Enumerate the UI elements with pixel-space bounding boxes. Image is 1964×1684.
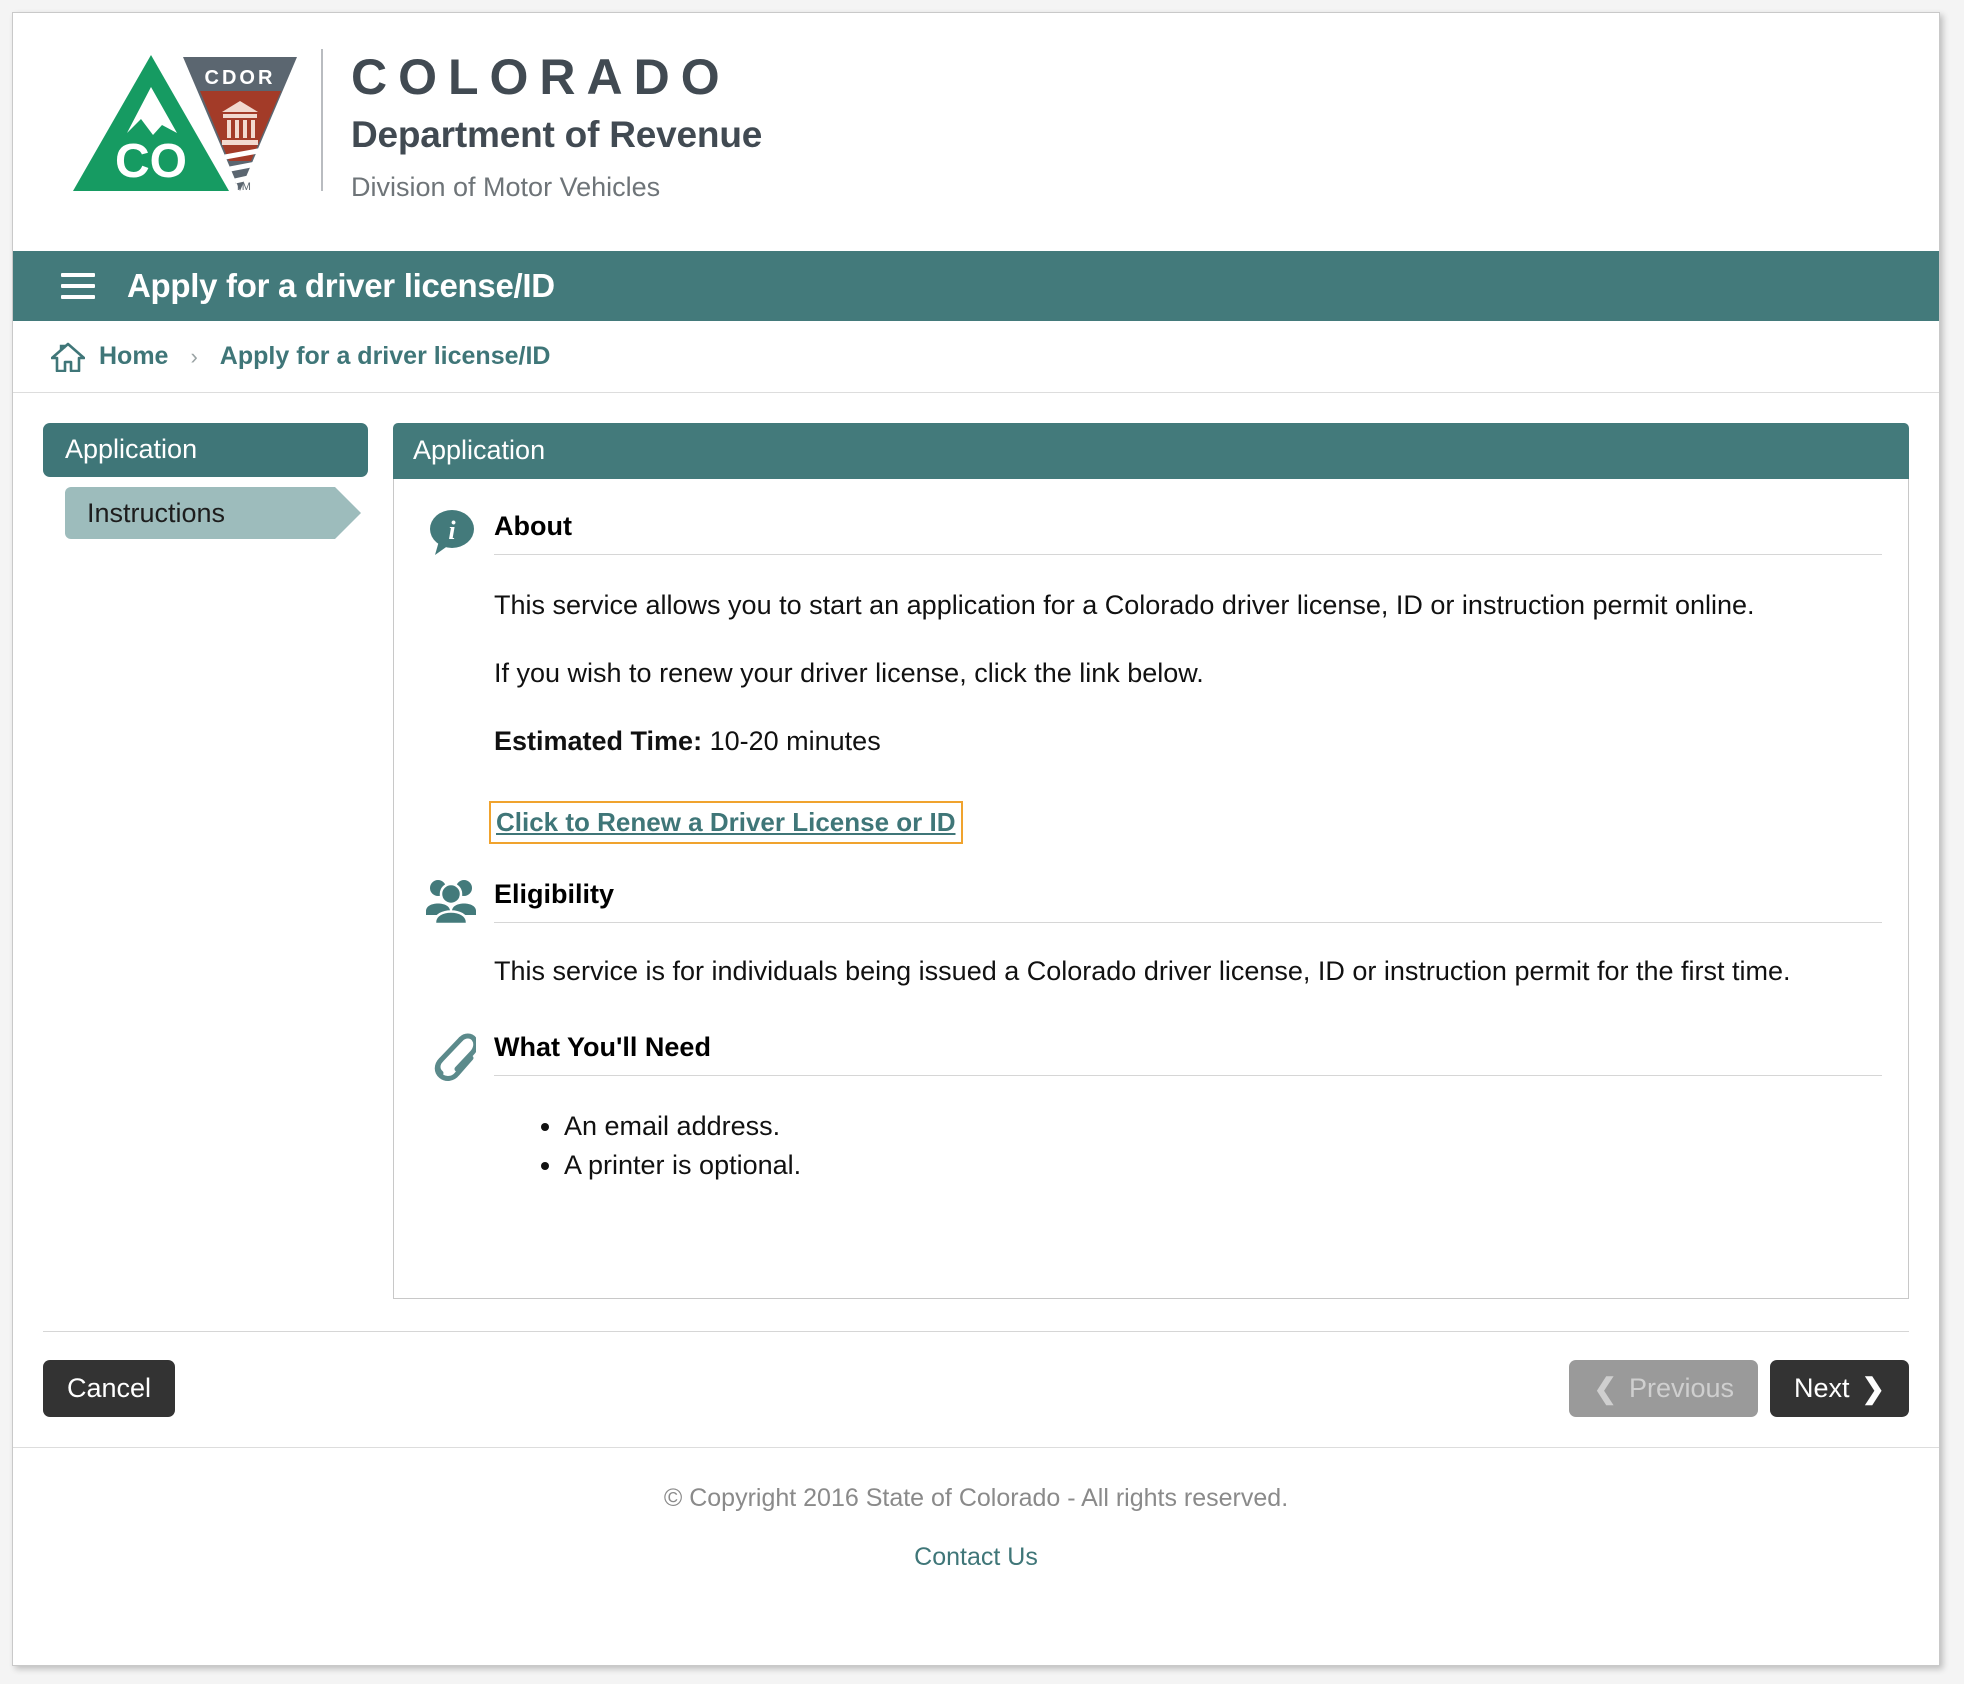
sidebar-item-instructions-wrap: Instructions: [65, 487, 363, 539]
cancel-button[interactable]: Cancel: [43, 1360, 176, 1417]
nav-buttons: ❮ Previous Next ❯: [1569, 1360, 1909, 1417]
section-eligibility: Eligibility This service is for individu…: [420, 877, 1882, 989]
next-button[interactable]: Next ❯: [1770, 1360, 1909, 1417]
breadcrumb-home-label: Home: [99, 342, 169, 370]
breadcrumb-home-link[interactable]: Home: [51, 342, 168, 372]
app-bar: Apply for a driver license/ID: [13, 251, 1939, 321]
what-you-need-list: An email address. A printer is optional.: [528, 1107, 1882, 1185]
section-what-you-need-title: What You'll Need: [494, 1032, 711, 1062]
app-bar-title: Apply for a driver license/ID: [127, 267, 555, 304]
home-icon: [51, 342, 85, 372]
brand-divider: [321, 49, 323, 191]
renew-link-row: Click to Renew a Driver License or ID: [489, 801, 1882, 845]
previous-button-label: Previous: [1628, 1373, 1734, 1403]
estimated-time-label: Estimated Time:: [494, 725, 703, 756]
paperclip-icon: [420, 1027, 482, 1081]
renew-license-link[interactable]: Click to Renew a Driver License or ID: [489, 801, 963, 845]
section-about: i About This service allows you to start…: [420, 507, 1882, 845]
chevron-left-icon: ❮: [1593, 1372, 1617, 1404]
breadcrumb-separator: ›: [190, 343, 198, 369]
breadcrumb-current: Apply for a driver license/ID: [219, 342, 551, 370]
svg-text:i: i: [448, 516, 456, 545]
about-paragraph-1: This service allows you to start an appl…: [494, 590, 1755, 620]
section-about-head: i About: [420, 507, 1882, 559]
about-paragraph-2: If you wish to renew your driver license…: [494, 657, 1204, 688]
sidebar-item-label: Instructions: [87, 498, 226, 528]
panel-header: Application: [393, 423, 1909, 479]
footer-copyright: © Copyright 2016 State of Colorado - All…: [663, 1484, 1289, 1512]
brand-department-name: Department of Revenue: [351, 113, 763, 155]
people-group-icon: [420, 877, 482, 926]
panel-body: i About This service allows you to start…: [393, 479, 1909, 1299]
brand-header: CO TM CDOR COLORADO Department of Revenu…: [13, 13, 1939, 251]
eligibility-paragraph-1: This service is for individuals being is…: [494, 956, 1791, 987]
svg-text:CO: CO: [115, 135, 187, 188]
brand-state-name: COLORADO: [351, 49, 731, 105]
section-what-you-need-head: What You'll Need: [420, 1027, 1882, 1081]
content-column: Application i About This service allows …: [393, 423, 1909, 1299]
footer: © Copyright 2016 State of Colorado - All…: [13, 1447, 1939, 1572]
main-area: Application Instructions Application i A…: [13, 393, 1939, 1299]
section-eligibility-title-wrap: Eligibility: [494, 879, 1882, 924]
brand-text: COLORADO Department of Revenue Division …: [351, 43, 762, 203]
page-frame: CO TM CDOR COLORADO Department of Revenu…: [12, 12, 1940, 1666]
list-item: A printer is optional.: [564, 1146, 1882, 1185]
estimated-time-value: 10-20 minutes: [709, 725, 881, 756]
contact-us-link[interactable]: Contact Us: [914, 1543, 1038, 1572]
breadcrumb: Home › Apply for a driver license/ID: [13, 321, 1939, 393]
info-speech-bubble-icon: i: [420, 507, 482, 559]
sidebar: Application Instructions: [43, 423, 393, 1299]
cdor-logo: CO TM CDOR: [65, 43, 315, 193]
sidebar-group-application: Application: [43, 423, 368, 477]
section-what-you-need-title-wrap: What You'll Need: [494, 1032, 1882, 1076]
list-item: An email address.: [564, 1107, 1882, 1146]
section-eligibility-head: Eligibility: [420, 877, 1882, 926]
about-estimated-time: Estimated Time: 10-20 minutes: [494, 725, 1882, 759]
section-about-title-wrap: About: [494, 511, 1882, 555]
section-about-title: About: [494, 511, 572, 541]
button-bar: Cancel ❮ Previous Next ❯: [43, 1331, 1909, 1447]
svg-text:CDOR: CDOR: [205, 67, 276, 89]
brand-division-name: Division of Motor Vehicles: [351, 171, 661, 202]
section-what-you-need: What You'll Need An email address. A pri…: [420, 1027, 1882, 1185]
section-eligibility-title: Eligibility: [494, 879, 615, 910]
chevron-right-icon: ❯: [1861, 1372, 1885, 1404]
sidebar-item-instructions[interactable]: Instructions: [65, 487, 361, 539]
next-button-label: Next: [1794, 1373, 1850, 1403]
previous-button[interactable]: ❮ Previous: [1569, 1360, 1758, 1417]
hamburger-menu-icon[interactable]: [61, 273, 95, 299]
